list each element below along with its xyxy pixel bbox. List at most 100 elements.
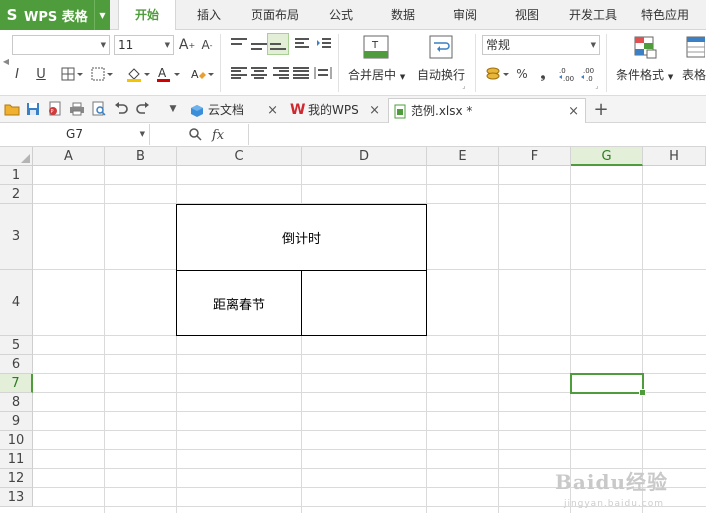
column-header-f[interactable]: F [499, 147, 571, 166]
row-header-6[interactable]: 6 [0, 355, 33, 374]
table-style-icon[interactable] [684, 34, 706, 60]
app-menu-button[interactable]: S WPS 表格 ▼ [0, 0, 110, 30]
insert-function-icon[interactable]: fx [212, 128, 224, 143]
row-header-12[interactable]: 12 [0, 469, 33, 488]
merge-center-label: 合并居中 [348, 68, 397, 82]
active-cell-g7[interactable] [570, 373, 646, 396]
font-size-value: 11 [118, 38, 134, 52]
tab-review[interactable]: 审阅 [442, 0, 488, 30]
italic-icon[interactable]: I [12, 64, 22, 84]
doc-tab-my-wps[interactable]: W 我的WPS × [286, 98, 386, 123]
row-header-13[interactable]: 13 [0, 488, 33, 507]
align-middle-icon[interactable] [251, 38, 267, 50]
conditional-format-icon[interactable] [632, 34, 658, 60]
merge-center-icon[interactable]: T [362, 34, 390, 60]
customize-quick-access-icon[interactable]: ▼ [164, 100, 182, 118]
column-header-c[interactable]: C [177, 147, 302, 166]
align-left-icon[interactable] [231, 67, 247, 79]
row-header-7[interactable]: 7 [0, 374, 33, 393]
row-header-5[interactable]: 5 [0, 336, 33, 355]
save-icon[interactable] [24, 100, 42, 118]
clear-format-icon[interactable]: A [188, 64, 216, 84]
row-header-1[interactable]: 1 [0, 166, 33, 185]
comma-format-icon[interactable]: ❟ [536, 64, 550, 84]
zoom-icon[interactable] [188, 127, 202, 144]
column-header-h[interactable]: H [643, 147, 706, 166]
decrease-font-icon[interactable]: A- [198, 35, 216, 55]
align-right-icon[interactable] [273, 67, 289, 79]
align-bottom-icon[interactable] [267, 33, 289, 55]
spreadsheet-grid[interactable]: A B C D E F G H 1 2 3 4 5 6 7 8 9 10 11 … [0, 147, 706, 513]
column-header-b[interactable]: B [105, 147, 177, 166]
alignment-dialog-launcher-icon[interactable]: ⌟ [460, 82, 468, 90]
column-header-e[interactable]: E [427, 147, 499, 166]
row-header-4[interactable]: 4 [0, 270, 33, 336]
new-tab-plus-icon[interactable]: + [592, 99, 610, 120]
tab-view[interactable]: 视图 [504, 0, 550, 30]
tab-data[interactable]: 数据 [380, 0, 426, 30]
svg-text:A: A [158, 66, 167, 80]
increase-decimal-icon[interactable]: .0.00 [558, 64, 578, 84]
conditional-format-button[interactable]: 条件格式 ▼ [616, 66, 673, 83]
tab-home[interactable]: 开始 [118, 0, 176, 31]
menu-bar: S WPS 表格 ▼ 开始 插入 页面布局 公式 数据 审阅 视图 开发工具 特… [0, 0, 706, 31]
doc-tab-cloud[interactable]: 云文档 × [186, 98, 284, 123]
row-header-11[interactable]: 11 [0, 450, 33, 469]
orientation-icon[interactable] [293, 35, 311, 53]
underline-icon[interactable]: U [34, 64, 48, 84]
print-preview-icon[interactable] [90, 100, 108, 118]
indent-increase-icon[interactable] [315, 35, 333, 53]
print-icon[interactable] [68, 100, 86, 118]
redo-icon[interactable] [134, 100, 152, 118]
column-header-a[interactable]: A [33, 147, 105, 166]
row-header-3[interactable]: 3 [0, 204, 33, 270]
font-color-icon[interactable]: A [154, 64, 182, 84]
tab-page-layout[interactable]: 页面布局 [244, 0, 306, 30]
export-pdf-icon[interactable]: P [46, 100, 64, 118]
row-header-10[interactable]: 10 [0, 431, 33, 450]
ribbon-scroll-left-icon[interactable]: ◀ [2, 52, 10, 70]
doc-tab-example-xlsx[interactable]: 范例.xlsx * × [388, 98, 586, 123]
tab-formulas[interactable]: 公式 [318, 0, 364, 30]
cell-c4[interactable]: 距离春节 [176, 270, 302, 336]
cell-d4[interactable] [301, 270, 427, 336]
open-folder-icon[interactable] [3, 100, 21, 118]
tab-insert[interactable]: 插入 [186, 0, 232, 30]
close-tab-icon[interactable]: × [568, 99, 579, 124]
align-center-icon[interactable] [251, 67, 267, 79]
row-header-9[interactable]: 9 [0, 412, 33, 431]
cell-style-icon[interactable] [88, 64, 116, 84]
font-name-select[interactable]: ▼ [12, 35, 110, 55]
column-header-g[interactable]: G [571, 147, 643, 166]
app-dropdown-icon[interactable]: ▼ [94, 0, 110, 30]
row-header-2[interactable]: 2 [0, 185, 33, 204]
table-style-button[interactable]: 表格 [682, 66, 706, 83]
number-dialog-launcher-icon[interactable]: ⌟ [593, 82, 601, 90]
border-icon[interactable] [58, 64, 86, 84]
undo-icon[interactable] [112, 100, 130, 118]
number-format-select[interactable]: 常规 ▼ [482, 35, 600, 55]
tab-special-apps[interactable]: 特色应用 [634, 0, 696, 30]
percent-format-icon[interactable]: % [514, 64, 530, 84]
name-box[interactable]: G7 ▼ [0, 124, 150, 145]
name-box-dropdown-icon[interactable]: ▼ [140, 124, 145, 145]
column-header-d[interactable]: D [302, 147, 427, 166]
close-tab-icon[interactable]: × [369, 98, 380, 123]
select-all-corner[interactable] [0, 147, 33, 166]
align-top-icon[interactable] [231, 38, 247, 50]
wrap-text-icon[interactable] [428, 34, 454, 60]
increase-font-icon[interactable]: A + [178, 35, 196, 55]
currency-format-icon[interactable] [484, 64, 512, 84]
justify-icon[interactable] [293, 67, 309, 79]
cell-c3-merged[interactable]: 倒计时 [176, 204, 427, 271]
formula-input[interactable] [248, 124, 706, 145]
font-size-select[interactable]: 11 ▼ [114, 35, 174, 55]
distributed-align-icon[interactable] [313, 64, 333, 82]
merge-center-button[interactable]: 合并居中 ▼ [348, 66, 405, 83]
tab-developer[interactable]: 开发工具 [562, 0, 624, 30]
row-header-8[interactable]: 8 [0, 393, 33, 412]
fill-color-icon[interactable] [124, 64, 152, 84]
close-tab-icon[interactable]: × [267, 98, 278, 123]
decrease-decimal-icon[interactable]: .00.0 [580, 64, 600, 84]
wrap-text-button[interactable]: 自动换行 [417, 66, 465, 83]
